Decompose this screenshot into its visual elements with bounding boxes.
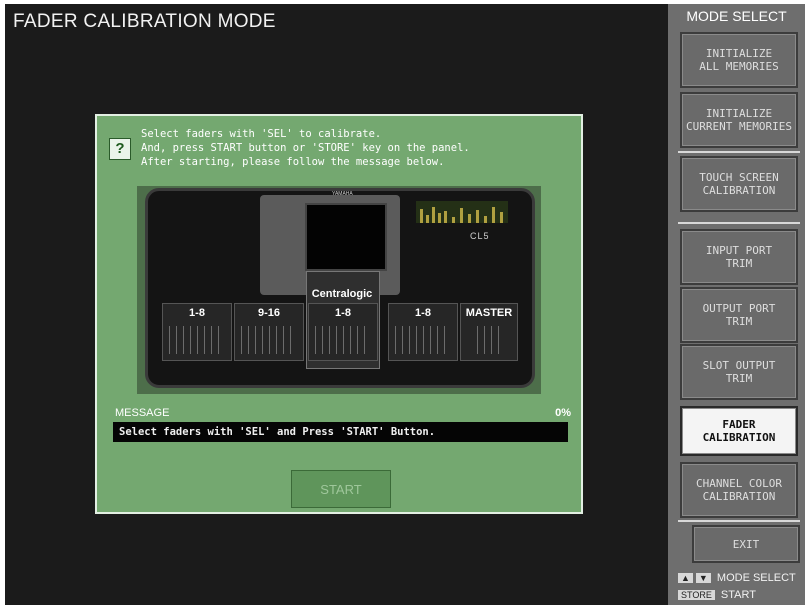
mode-select-legend: ▲ ▼ MODE SELECT [678,572,796,584]
store-key-icon: STORE [678,590,715,601]
divider [678,520,800,522]
instruction-line: Select faders with 'SEL' to calibrate. [141,128,382,140]
page-title: FADER CALIBRATION MODE [13,11,276,32]
instruction-line: After starting, please follow the messag… [141,156,445,168]
meter-bridge [416,201,508,223]
progress-percent: 0% [555,407,571,419]
fader-strip [169,326,225,354]
console-image: YAMAHA CL5 Centralogic 1-8 9-16 1-8 1-8 … [145,188,535,388]
help-icon[interactable]: ? [109,138,131,160]
instruction-line: And, press START button or 'STORE' key o… [141,142,470,154]
exit-button[interactable]: EXIT [692,525,800,563]
arrow-up-icon: ▲ [678,573,693,584]
screen: FADER CALIBRATION MODE ? Select faders w… [5,4,805,605]
console-display [305,203,387,271]
mode-select-title: MODE SELECT [686,8,787,24]
fader-bank-label: 1-8 [335,307,351,319]
centralogic-label: Centralogic [311,288,373,300]
model-logo: CL5 [470,231,490,241]
fader-calibration-button[interactable]: FADER CALIBRATION [680,406,798,456]
channel-color-calibration-button[interactable]: CHANNEL COLOR CALIBRATION [680,462,798,518]
fader-strip [241,326,297,354]
mode-select-panel: MODE SELECT INITIALIZE ALL MEMORIES INIT… [668,4,805,605]
fader-bank-label: 1-8 [415,307,431,319]
fader-bank[interactable]: 1-8 [308,303,378,361]
fader-strip [395,326,451,354]
fader-bank[interactable]: 9-16 [234,303,304,361]
fader-bank-label: 1-8 [189,307,205,319]
fader-calibration-dialog: ? Select faders with 'SEL' to calibrate.… [95,114,583,514]
instructions: Select faders with 'SEL' to calibrate. A… [141,127,470,169]
arrow-down-icon: ▼ [695,573,711,584]
fader-bank-label: 9-16 [257,307,281,319]
initialize-current-memories-button[interactable]: INITIALIZE CURRENT MEMORIES [680,92,798,148]
mode-select-legend-text: MODE SELECT [716,572,796,584]
message-label: MESSAGE [115,407,170,419]
output-port-trim-button[interactable]: OUTPUT PORT TRIM [680,287,798,343]
start-button[interactable]: START [291,470,391,508]
fader-strip [315,326,371,354]
fader-bank-label: MASTER [465,307,513,319]
message-box: Select faders with 'SEL' and Press 'STAR… [113,422,568,442]
store-legend: STORE START [678,589,756,601]
touch-screen-calibration-button[interactable]: TOUCH SCREEN CALIBRATION [680,156,798,212]
initialize-all-memories-button[interactable]: INITIALIZE ALL MEMORIES [680,32,798,88]
fader-bank-master[interactable]: MASTER [460,303,518,361]
brand-logo: YAMAHA [332,191,353,197]
fader-bank[interactable]: 1-8 [162,303,232,361]
divider [678,151,800,153]
input-port-trim-button[interactable]: INPUT PORT TRIM [680,229,798,285]
fader-strip [477,326,501,354]
slot-output-trim-button[interactable]: SLOT OUTPUT TRIM [680,344,798,400]
fader-bank[interactable]: 1-8 [388,303,458,361]
divider [678,222,800,224]
store-legend-text: START [720,589,756,601]
